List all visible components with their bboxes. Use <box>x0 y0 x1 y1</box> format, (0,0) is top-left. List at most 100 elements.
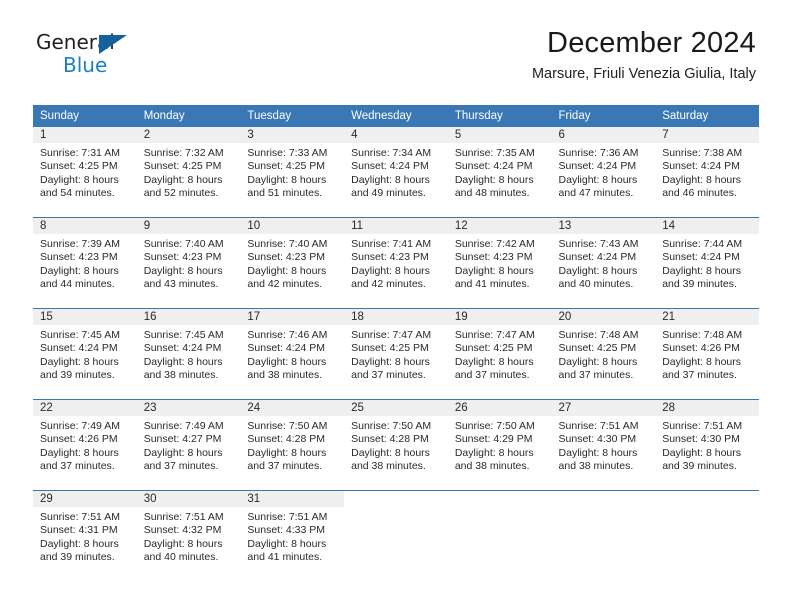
day-cell-inner[interactable]: 20 Sunrise: 7:48 AM Sunset: 4:25 PM Dayl… <box>551 309 656 399</box>
day-cell[interactable]: 8 Sunrise: 7:39 AM Sunset: 4:23 PM Dayli… <box>33 217 137 309</box>
day-number: 9 <box>136 218 241 234</box>
daylight-text-line1: Daylight: 8 hours <box>247 173 327 186</box>
day-details: Sunrise: 7:43 AM Sunset: 4:24 PM Dayligh… <box>552 234 656 292</box>
sunset-text: Sunset: 4:25 PM <box>454 342 533 355</box>
day-cell[interactable]: 4 Sunrise: 7:34 AM Sunset: 4:24 PM Dayli… <box>344 127 448 218</box>
day-details: Sunrise: 7:51 AM Sunset: 4:32 PM Dayligh… <box>137 507 241 565</box>
day-cell[interactable]: 6 Sunrise: 7:36 AM Sunset: 4:24 PM Dayli… <box>551 127 656 218</box>
day-cell[interactable]: 26 Sunrise: 7:50 AM Sunset: 4:29 PM Dayl… <box>447 399 552 491</box>
day-details: Sunrise: 7:47 AM Sunset: 4:25 PM Dayligh… <box>448 325 552 383</box>
day-cell-inner[interactable]: 21 Sunrise: 7:48 AM Sunset: 4:26 PM Dayl… <box>655 309 759 399</box>
day-cell-inner[interactable]: 18 Sunrise: 7:47 AM Sunset: 4:25 PM Dayl… <box>344 309 448 399</box>
day-cell-inner[interactable]: 7 Sunrise: 7:38 AM Sunset: 4:24 PM Dayli… <box>655 127 759 217</box>
daylight-text-line2: and 52 minutes. <box>143 187 219 200</box>
day-cell[interactable]: 3 Sunrise: 7:33 AM Sunset: 4:25 PM Dayli… <box>240 127 345 218</box>
sunset-text: Sunset: 4:26 PM <box>40 433 118 446</box>
day-cell-inner[interactable]: 4 Sunrise: 7:34 AM Sunset: 4:24 PM Dayli… <box>344 127 448 217</box>
day-cell-inner[interactable]: 15 Sunrise: 7:45 AM Sunset: 4:24 PM Dayl… <box>33 309 137 399</box>
day-cell[interactable]: 5 Sunrise: 7:35 AM Sunset: 4:24 PM Dayli… <box>447 127 552 218</box>
sunrise-text: Sunrise: 7:43 AM <box>558 238 639 250</box>
day-cell-inner[interactable]: 8 Sunrise: 7:39 AM Sunset: 4:23 PM Dayli… <box>33 218 137 308</box>
day-cell-inner[interactable]: 28 Sunrise: 7:51 AM Sunset: 4:30 PM Dayl… <box>655 400 759 490</box>
day-number: 6 <box>551 127 656 143</box>
day-cell[interactable]: 1 Sunrise: 7:31 AM Sunset: 4:25 PM Dayli… <box>33 127 137 218</box>
day-cell-inner[interactable]: 2 Sunrise: 7:32 AM Sunset: 4:25 PM Dayli… <box>136 127 241 217</box>
daylight-text-line1: Daylight: 8 hours <box>351 173 430 186</box>
daylight-text-line1: Daylight: 8 hours <box>454 264 534 277</box>
day-cell[interactable]: 14 Sunrise: 7:44 AM Sunset: 4:24 PM Dayl… <box>655 217 759 309</box>
daylight-text-line2: and 38 minutes. <box>454 460 530 473</box>
day-cell-inner[interactable]: 24 Sunrise: 7:50 AM Sunset: 4:28 PM Dayl… <box>240 400 345 490</box>
day-cell-inner[interactable]: 25 Sunrise: 7:50 AM Sunset: 4:28 PM Dayl… <box>344 400 448 490</box>
daylight-text-line2: and 39 minutes. <box>662 278 737 291</box>
day-number <box>448 491 552 507</box>
day-cell-inner[interactable]: 9 Sunrise: 7:40 AM Sunset: 4:23 PM Dayli… <box>136 218 241 308</box>
sunrise-text: Sunrise: 7:41 AM <box>351 238 432 250</box>
day-cell-inner[interactable]: 14 Sunrise: 7:44 AM Sunset: 4:24 PM Dayl… <box>655 218 759 308</box>
day-cell-inner[interactable]: 27 Sunrise: 7:51 AM Sunset: 4:30 PM Dayl… <box>551 400 656 490</box>
daylight-text-line1: Daylight: 8 hours <box>351 446 430 459</box>
day-number: 15 <box>33 309 137 325</box>
day-cell-inner[interactable]: 29 Sunrise: 7:51 AM Sunset: 4:31 PM Dayl… <box>33 491 137 581</box>
day-cell-inner[interactable]: 31 Sunrise: 7:51 AM Sunset: 4:33 PM Dayl… <box>240 491 345 581</box>
sunset-text: Sunset: 4:23 PM <box>143 251 222 264</box>
day-cell[interactable]: 17 Sunrise: 7:46 AM Sunset: 4:24 PM Dayl… <box>240 308 345 400</box>
day-cell-inner[interactable]: 10 Sunrise: 7:40 AM Sunset: 4:23 PM Dayl… <box>240 218 345 308</box>
day-cell-inner[interactable]: 19 Sunrise: 7:47 AM Sunset: 4:25 PM Dayl… <box>447 309 552 399</box>
day-number: 10 <box>240 218 345 234</box>
day-cell[interactable]: 30 Sunrise: 7:51 AM Sunset: 4:32 PM Dayl… <box>136 490 241 581</box>
day-cell[interactable]: 15 Sunrise: 7:45 AM Sunset: 4:24 PM Dayl… <box>33 308 137 400</box>
day-cell-inner[interactable]: 30 Sunrise: 7:51 AM Sunset: 4:32 PM Dayl… <box>136 491 241 581</box>
day-cell-inner[interactable]: 23 Sunrise: 7:49 AM Sunset: 4:27 PM Dayl… <box>136 400 241 490</box>
day-cell[interactable]: 25 Sunrise: 7:50 AM Sunset: 4:28 PM Dayl… <box>344 399 448 491</box>
sunset-text: Sunset: 4:24 PM <box>662 251 740 264</box>
day-cell[interactable]: 22 Sunrise: 7:49 AM Sunset: 4:26 PM Dayl… <box>33 399 137 491</box>
day-cell[interactable]: 16 Sunrise: 7:45 AM Sunset: 4:24 PM Dayl… <box>136 308 241 400</box>
day-cell[interactable]: 27 Sunrise: 7:51 AM Sunset: 4:30 PM Dayl… <box>551 399 656 491</box>
day-cell-inner[interactable]: 12 Sunrise: 7:42 AM Sunset: 4:23 PM Dayl… <box>447 218 552 308</box>
day-cell-inner[interactable]: 3 Sunrise: 7:33 AM Sunset: 4:25 PM Dayli… <box>240 127 345 217</box>
sunset-text: Sunset: 4:24 PM <box>143 342 222 355</box>
sunset-text: Sunset: 4:24 PM <box>247 342 326 355</box>
day-cell[interactable]: 7 Sunrise: 7:38 AM Sunset: 4:24 PM Dayli… <box>655 127 759 218</box>
day-cell[interactable]: 9 Sunrise: 7:40 AM Sunset: 4:23 PM Dayli… <box>136 217 241 309</box>
day-cell-inner[interactable]: 11 Sunrise: 7:41 AM Sunset: 4:23 PM Dayl… <box>344 218 448 308</box>
day-cell[interactable]: 19 Sunrise: 7:47 AM Sunset: 4:25 PM Dayl… <box>447 308 552 400</box>
sunset-text: Sunset: 4:23 PM <box>454 251 533 264</box>
day-cell-inner[interactable]: 13 Sunrise: 7:43 AM Sunset: 4:24 PM Dayl… <box>551 218 656 308</box>
sunset-text: Sunset: 4:32 PM <box>143 524 222 537</box>
general-blue-logo[interactable]: General Blue <box>36 32 186 80</box>
weekday-header-saturday: Saturday <box>655 105 759 127</box>
day-cell[interactable]: 18 Sunrise: 7:47 AM Sunset: 4:25 PM Dayl… <box>344 308 448 400</box>
sunrise-text: Sunrise: 7:50 AM <box>247 420 328 432</box>
calendar-body: 1 Sunrise: 7:31 AM Sunset: 4:25 PM Dayli… <box>33 127 759 581</box>
day-cell[interactable]: 2 Sunrise: 7:32 AM Sunset: 4:25 PM Dayli… <box>136 127 241 218</box>
day-cell[interactable]: 12 Sunrise: 7:42 AM Sunset: 4:23 PM Dayl… <box>447 217 552 309</box>
day-cell[interactable]: 23 Sunrise: 7:49 AM Sunset: 4:27 PM Dayl… <box>136 399 241 491</box>
day-cell[interactable]: 28 Sunrise: 7:51 AM Sunset: 4:30 PM Dayl… <box>655 399 759 491</box>
day-cell-empty <box>551 490 656 581</box>
day-cell-inner[interactable]: 5 Sunrise: 7:35 AM Sunset: 4:24 PM Dayli… <box>447 127 552 217</box>
day-cell-inner[interactable]: 16 Sunrise: 7:45 AM Sunset: 4:24 PM Dayl… <box>136 309 241 399</box>
day-cell[interactable]: 11 Sunrise: 7:41 AM Sunset: 4:23 PM Dayl… <box>344 217 448 309</box>
day-cell[interactable]: 10 Sunrise: 7:40 AM Sunset: 4:23 PM Dayl… <box>240 217 345 309</box>
day-cell[interactable]: 20 Sunrise: 7:48 AM Sunset: 4:25 PM Dayl… <box>551 308 656 400</box>
day-cell-inner[interactable]: 22 Sunrise: 7:49 AM Sunset: 4:26 PM Dayl… <box>33 400 137 490</box>
day-cell[interactable]: 21 Sunrise: 7:48 AM Sunset: 4:26 PM Dayl… <box>655 308 759 400</box>
day-cell-inner[interactable]: 1 Sunrise: 7:31 AM Sunset: 4:25 PM Dayli… <box>33 127 137 217</box>
day-cell-inner-empty <box>655 491 759 581</box>
day-cell[interactable]: 24 Sunrise: 7:50 AM Sunset: 4:28 PM Dayl… <box>240 399 345 491</box>
day-cell[interactable]: 31 Sunrise: 7:51 AM Sunset: 4:33 PM Dayl… <box>240 490 345 581</box>
day-cell-inner[interactable]: 17 Sunrise: 7:46 AM Sunset: 4:24 PM Dayl… <box>240 309 345 399</box>
day-details: Sunrise: 7:41 AM Sunset: 4:23 PM Dayligh… <box>344 234 448 292</box>
day-cell[interactable]: 13 Sunrise: 7:43 AM Sunset: 4:24 PM Dayl… <box>551 217 656 309</box>
day-cell[interactable]: 29 Sunrise: 7:51 AM Sunset: 4:31 PM Dayl… <box>33 490 137 581</box>
sunrise-text: Sunrise: 7:31 AM <box>40 147 120 159</box>
sunrise-text: Sunrise: 7:40 AM <box>143 238 224 250</box>
daylight-text-line1: Daylight: 8 hours <box>351 264 430 277</box>
day-details: Sunrise: 7:50 AM Sunset: 4:28 PM Dayligh… <box>344 416 448 474</box>
day-cell-inner-empty <box>447 491 552 581</box>
day-cell-inner[interactable]: 6 Sunrise: 7:36 AM Sunset: 4:24 PM Dayli… <box>551 127 656 217</box>
sunset-text: Sunset: 4:24 PM <box>454 160 533 173</box>
day-cell-inner[interactable]: 26 Sunrise: 7:50 AM Sunset: 4:29 PM Dayl… <box>447 400 552 490</box>
